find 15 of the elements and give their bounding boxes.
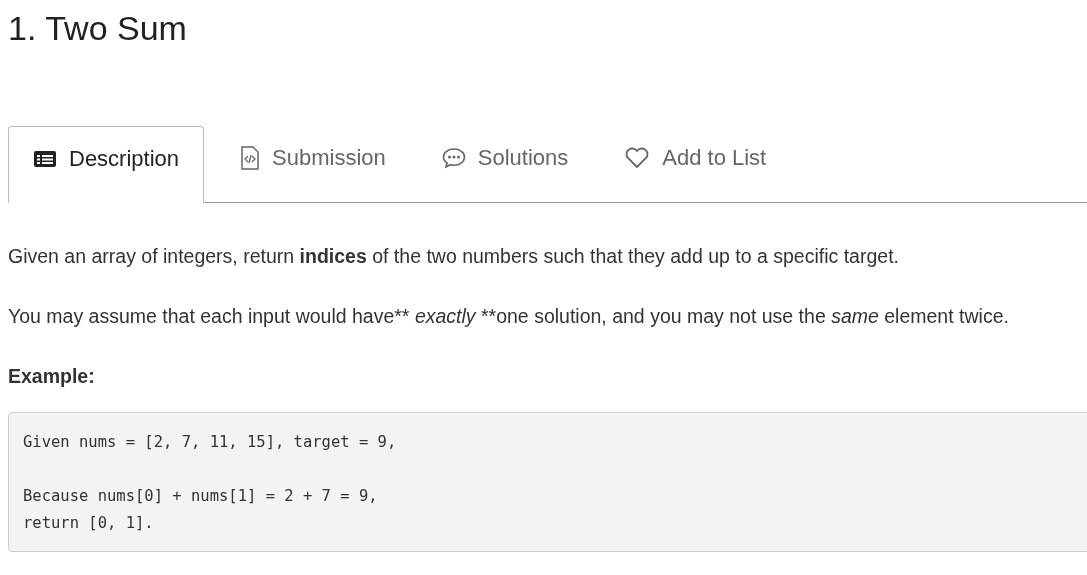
- code-line: return [0, 1].: [23, 513, 154, 534]
- heart-icon: [624, 147, 651, 169]
- list-icon: [33, 150, 57, 168]
- code-line: Because nums[0] + nums[1] = 2 + 7 = 9,: [23, 486, 378, 507]
- code-line: Given nums = [2, 7, 11, 15], target = 9,: [23, 432, 397, 453]
- tab[interactable]: Add to List: [596, 126, 795, 203]
- problem-title: 1. Two Sum: [8, 8, 188, 49]
- tab[interactable]: Solutions: [413, 126, 597, 203]
- tab[interactable]: Description: [8, 126, 205, 203]
- tab[interactable]: Submission: [204, 126, 414, 203]
- description-paragraph: You may assume that each input would have** exactly **one solution, and you may not use the same element twice.: [8, 304, 1010, 328]
- description-paragraph: Given an array of integers, return indices of the two numbers such that they add up to a specific target.: [8, 244, 900, 268]
- chat-bubble-icon: [441, 147, 466, 169]
- code-file-icon: [240, 146, 261, 170]
- example-heading: Example:: [8, 364, 96, 388]
